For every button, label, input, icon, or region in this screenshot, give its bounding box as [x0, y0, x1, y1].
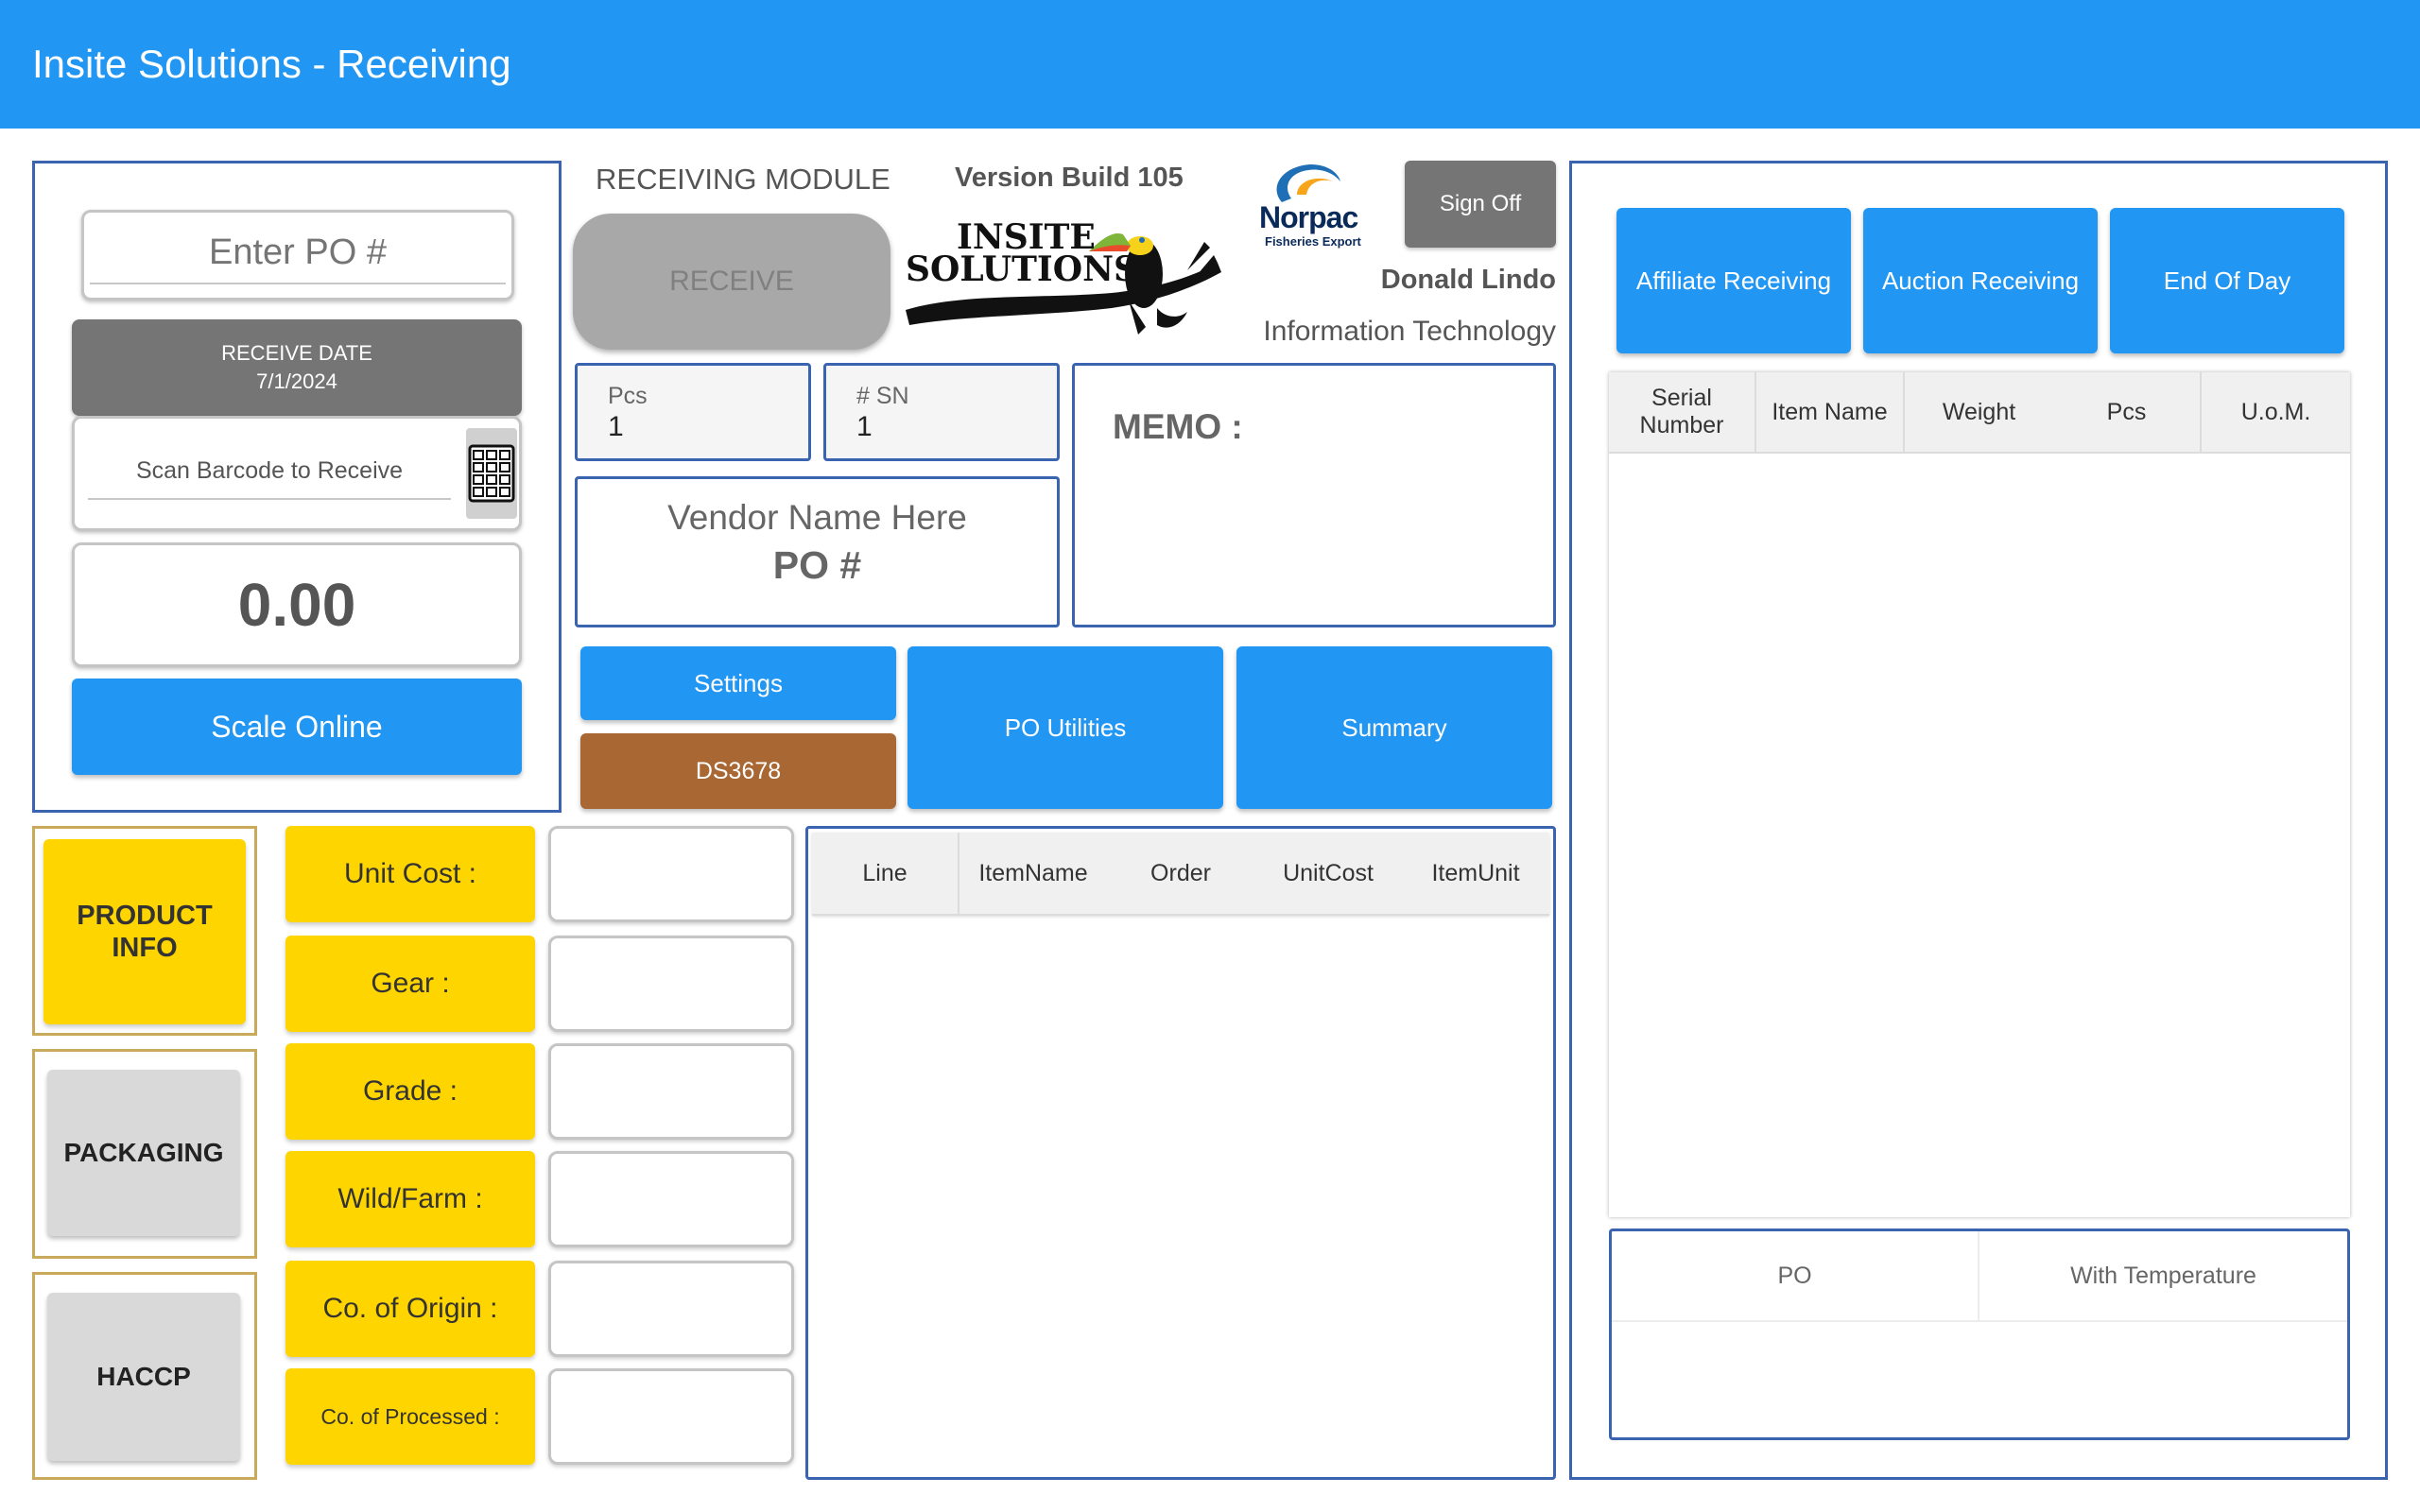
- serial-table: Serial Number Item Name Weight Pcs U.o.M…: [1609, 372, 2350, 1217]
- country-of-processed-label: Co. of Processed :: [285, 1368, 535, 1465]
- unit-cost-label: Unit Cost :: [285, 826, 535, 922]
- pcs-field[interactable]: Pcs 1: [575, 363, 811, 461]
- product-info-tab[interactable]: PRODUCT INFO: [43, 839, 246, 1024]
- po-input[interactable]: [90, 222, 506, 284]
- po-temperature-table: PO With Temperature: [1609, 1228, 2350, 1440]
- insite-solutions-logo: INSITE SOLUTIONS: [904, 214, 1225, 350]
- sign-off-button[interactable]: Sign Off: [1405, 161, 1556, 248]
- country-of-origin-label: Co. of Origin :: [285, 1261, 535, 1357]
- sn-field[interactable]: # SN 1: [823, 363, 1060, 461]
- receive-date-label: RECEIVE DATE: [221, 341, 372, 365]
- sn-label: # SN: [856, 383, 909, 409]
- device-label: DS3678: [695, 757, 782, 784]
- settings-button[interactable]: Settings: [580, 646, 896, 720]
- line-header-line[interactable]: Line: [812, 833, 959, 914]
- auction-receiving-button[interactable]: Auction Receiving: [1863, 208, 2098, 353]
- wild-farm-label: Wild/Farm :: [285, 1151, 535, 1247]
- po-temp-header-po[interactable]: PO: [1612, 1231, 1979, 1320]
- po-temp-header-with-temperature[interactable]: With Temperature: [1979, 1231, 2347, 1320]
- vendor-po-box: Vendor Name Here PO #: [575, 476, 1060, 627]
- device-button[interactable]: DS3678: [580, 733, 896, 809]
- pcs-value[interactable]: 1: [608, 411, 624, 443]
- gear-label: Gear :: [285, 936, 535, 1032]
- serial-header-pcs[interactable]: Pcs: [2053, 372, 2202, 452]
- line-header-item-unit[interactable]: ItemUnit: [1402, 833, 1549, 914]
- wild-farm-input[interactable]: [548, 1151, 794, 1247]
- po-temperature-header: PO With Temperature: [1612, 1231, 2347, 1322]
- serial-header-item-name[interactable]: Item Name: [1756, 372, 1905, 452]
- po-number-label: PO #: [772, 543, 862, 587]
- end-of-day-button[interactable]: End Of Day: [2110, 208, 2344, 353]
- scan-barcode-box[interactable]: Scan Barcode to Receive: [72, 416, 522, 531]
- serial-header-uom[interactable]: U.o.M.: [2202, 372, 2350, 452]
- receive-button[interactable]: RECEIVE: [573, 214, 890, 350]
- receive-date-value: 7/1/2024: [256, 369, 337, 393]
- line-header-item-name[interactable]: ItemName: [959, 833, 1107, 914]
- memo-box[interactable]: MEMO :: [1072, 363, 1556, 627]
- po-utilities-button[interactable]: PO Utilities: [908, 646, 1223, 809]
- line-header-order[interactable]: Order: [1107, 833, 1254, 914]
- haccp-tab[interactable]: HACCP: [47, 1293, 240, 1461]
- serial-header-weight[interactable]: Weight: [1905, 372, 2053, 452]
- keypad-icon[interactable]: [466, 428, 517, 519]
- scale-online-button[interactable]: Scale Online: [72, 679, 522, 775]
- vendor-name: Vendor Name Here: [667, 498, 967, 537]
- line-table-header: Line ItemName Order UnitCost ItemUnit: [812, 833, 1549, 916]
- summary-button[interactable]: Summary: [1236, 646, 1552, 809]
- line-table: Line ItemName Order UnitCost ItemUnit: [805, 826, 1556, 1480]
- po-input-box[interactable]: [81, 210, 514, 301]
- memo-label: MEMO :: [1113, 407, 1243, 446]
- receive-date-box[interactable]: RECEIVE DATE 7/1/2024: [72, 319, 522, 416]
- user-department: Information Technology: [1263, 316, 1556, 347]
- country-of-processed-input[interactable]: [548, 1368, 794, 1465]
- version-label: Version Build 105: [955, 163, 1184, 193]
- serial-table-header: Serial Number Item Name Weight Pcs U.o.M…: [1609, 372, 2350, 454]
- grade-label: Grade :: [285, 1043, 535, 1140]
- insite-logo-line2: SOLUTIONS: [906, 249, 1138, 289]
- grade-input[interactable]: [548, 1043, 794, 1140]
- unit-cost-input[interactable]: [548, 826, 794, 922]
- norpac-logo-name: Norpac: [1259, 200, 1358, 234]
- gear-input[interactable]: [548, 936, 794, 1032]
- affiliate-receiving-button[interactable]: Affiliate Receiving: [1616, 208, 1851, 353]
- norpac-logo: Norpac Fisheries Export: [1259, 161, 1373, 249]
- norpac-logo-sub: Fisheries Export: [1265, 234, 1361, 249]
- pcs-label: Pcs: [608, 383, 648, 409]
- packaging-tab[interactable]: PACKAGING: [47, 1070, 240, 1236]
- scan-barcode-input[interactable]: Scan Barcode to Receive: [88, 443, 451, 500]
- user-name: Donald Lindo: [1380, 265, 1556, 295]
- line-header-unit-cost[interactable]: UnitCost: [1254, 833, 1402, 914]
- serial-header-serial-number[interactable]: Serial Number: [1609, 372, 1756, 452]
- module-title: RECEIVING MODULE: [596, 163, 890, 196]
- country-of-origin-input[interactable]: [548, 1261, 794, 1357]
- app-title: Insite Solutions - Receiving: [32, 42, 511, 86]
- scale-weight-display: 0.00: [72, 542, 522, 667]
- sn-value[interactable]: 1: [856, 411, 873, 443]
- scale-weight-value: 0.00: [237, 571, 356, 639]
